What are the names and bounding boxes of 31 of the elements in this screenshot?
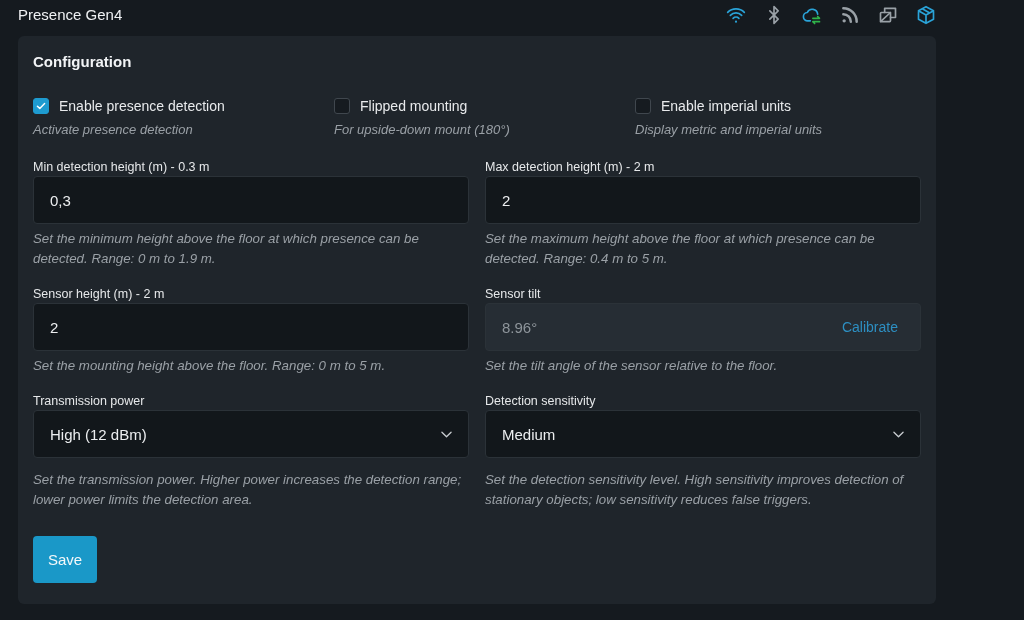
text-input[interactable]: 0,3: [33, 176, 469, 224]
chevron-down-icon: [441, 430, 452, 438]
checkbox[interactable]: [635, 98, 651, 114]
checkbox[interactable]: [334, 98, 350, 114]
section-title: Configuration: [33, 52, 132, 72]
field-label: Sensor height (m) - 2 m: [33, 286, 165, 303]
dropdown[interactable]: Medium: [485, 410, 921, 458]
field-help-text: Set the mounting height above the floor. Range: 0 m to 5 m.: [33, 357, 386, 375]
option-description: For upside-down mount (180°): [334, 121, 510, 139]
field-help-text: Set the detection sensitivity level. High sensitivity improves detection of stationary objects; low sensitivity reduces false triggers.: [485, 471, 906, 509]
text-input[interactable]: 2: [485, 176, 921, 224]
field-help-text: Set the transmission power. Higher power increases the detection range; lower power limits the detection area.: [33, 471, 463, 509]
device-title: Presence Gen4: [18, 5, 123, 23]
field-label: Detection sensitivity: [485, 393, 596, 410]
field-label: Transmission power: [33, 393, 145, 410]
text-input[interactable]: 2: [33, 303, 469, 351]
checkbox-label[interactable]: Flipped mounting: [360, 98, 468, 114]
checkbox[interactable]: [33, 98, 49, 114]
field-help-text: Set the maximum height above the floor at which presence can be detected. Range: 0.4 m to 5 m.: [485, 230, 876, 268]
field-label: Sensor tilt: [485, 286, 541, 303]
check-icon: [36, 102, 46, 110]
field-label: Max detection height (m) - 2 m: [485, 159, 655, 176]
option-description: Display metric and imperial units: [635, 121, 823, 139]
checkbox-label[interactable]: Enable imperial units: [661, 98, 791, 114]
field-label: Min detection height (m) - 0.3 m: [33, 159, 210, 176]
field-help-text: Set the tilt angle of the sensor relative to the floor.: [485, 357, 778, 375]
checkbox-label[interactable]: Enable presence detection: [59, 98, 225, 114]
field-help-text: Set the minimum height above the floor at which presence can be detected. Range: 0 m to 1.9 m.: [33, 230, 420, 268]
option-description: Activate presence detection: [33, 121, 193, 139]
chevron-down-icon: [893, 430, 904, 438]
dropdown[interactable]: High (12 dBm): [33, 410, 469, 458]
